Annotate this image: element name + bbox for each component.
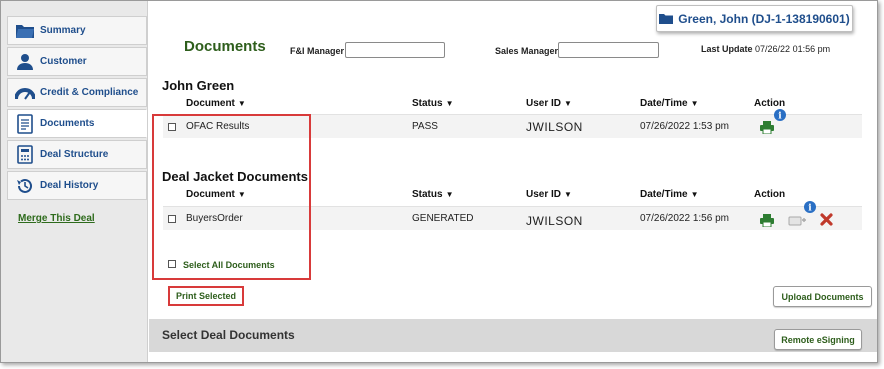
sort-down-icon: ▼: [564, 190, 572, 199]
document-user-id: JWILSON: [526, 214, 583, 228]
document-status: PASS: [412, 121, 438, 132]
sidebar-item-credit-compliance[interactable]: Credit & Compliance: [7, 78, 147, 107]
column-header-user-id[interactable]: User ID ▼: [526, 98, 572, 109]
print-selected-button[interactable]: Print Selected: [168, 286, 244, 306]
sort-down-icon: ▼: [237, 99, 246, 108]
sidebar-item-label: Deal Structure: [40, 149, 109, 160]
column-header-status[interactable]: Status ▼: [412, 98, 453, 109]
sidebar-item-label: Documents: [40, 118, 95, 129]
sidebar: Summary Customer Credit & Compliance Doc…: [1, 1, 148, 362]
svg-text:i: i: [778, 112, 782, 122]
info-icon[interactable]: i: [804, 201, 816, 213]
sidebar-item-documents[interactable]: Documents: [7, 109, 147, 138]
column-header-user-id[interactable]: User ID ▼: [526, 189, 572, 200]
sidebar-item-deal-structure[interactable]: Deal Structure: [7, 140, 147, 169]
document-icon: [14, 113, 36, 134]
sales-manager-field[interactable]: [558, 42, 659, 58]
document-date-time: 07/26/2022 1:56 pm: [640, 213, 729, 224]
sort-down-icon: ▼: [690, 190, 699, 199]
sort-down-icon: ▼: [690, 99, 699, 108]
sidebar-item-label: Credit & Compliance: [40, 87, 139, 98]
remote-esigning-button[interactable]: Remote eSigning: [774, 329, 862, 350]
history-icon: [14, 176, 36, 196]
sidebar-item-deal-history[interactable]: Deal History: [7, 171, 147, 200]
select-deal-documents-title: Select Deal Documents: [162, 328, 295, 342]
highlight-box: [152, 114, 311, 280]
customer-button-label: Green, John (DJ-1-138190601): [678, 11, 850, 26]
print-icon[interactable]: [760, 214, 774, 227]
folder-icon: [659, 13, 674, 24]
sort-down-icon: ▼: [564, 99, 572, 108]
column-header-action: Action: [754, 98, 786, 109]
sort-down-icon: ▼: [445, 190, 454, 199]
fi-manager-field[interactable]: [345, 42, 445, 58]
upload-documents-button[interactable]: Upload Documents: [773, 286, 872, 307]
person-icon: [14, 52, 36, 72]
last-update: Last Update 07/26/22 01:56 pm: [701, 44, 830, 54]
last-update-value: 07/26/22 01:56 pm: [755, 44, 831, 54]
last-update-label: Last Update: [701, 44, 753, 54]
folder-icon: [14, 21, 36, 41]
customer-button[interactable]: Green, John (DJ-1-138190601): [656, 5, 853, 32]
document-status: GENERATED: [412, 213, 474, 224]
select-deal-documents-bar[interactable]: Select Deal Documents: [149, 319, 877, 352]
gauge-icon: [14, 83, 36, 103]
sidebar-item-customer[interactable]: Customer: [7, 47, 147, 76]
column-header-date-time[interactable]: Date/Time ▼: [640, 98, 699, 109]
document-date-time: 07/26/2022 1:53 pm: [640, 121, 729, 132]
sales-manager-label: Sales Manager: [495, 46, 559, 56]
delete-icon[interactable]: [820, 213, 833, 226]
column-header-status[interactable]: Status ▼: [412, 189, 453, 200]
calculator-icon: [14, 145, 36, 165]
sidebar-item-label: Customer: [40, 56, 87, 67]
merge-deal-link[interactable]: Merge This Deal: [18, 213, 95, 224]
sidebar-item-label: Deal History: [40, 180, 99, 191]
document-user-id: JWILSON: [526, 120, 583, 134]
sidebar-item-label: Summary: [40, 25, 86, 36]
column-header-document[interactable]: Document ▼: [186, 98, 246, 109]
customer-section-title: John Green: [162, 78, 235, 93]
column-header-date-time[interactable]: Date/Time ▼: [640, 189, 699, 200]
svg-text:i: i: [808, 204, 812, 214]
app-window: Summary Customer Credit & Compliance Doc…: [0, 0, 878, 363]
sidebar-item-summary[interactable]: Summary: [7, 16, 147, 45]
column-header-action: Action: [754, 189, 786, 200]
fi-manager-label: F&I Manager: [290, 46, 345, 56]
print-icon[interactable]: [760, 121, 774, 134]
info-icon[interactable]: i: [774, 109, 786, 121]
sort-down-icon: ▼: [445, 99, 454, 108]
main-content: Green, John (DJ-1-138190601) Documents F…: [149, 1, 877, 362]
page-title: Documents: [184, 38, 266, 55]
attach-document-icon[interactable]: [788, 214, 806, 226]
